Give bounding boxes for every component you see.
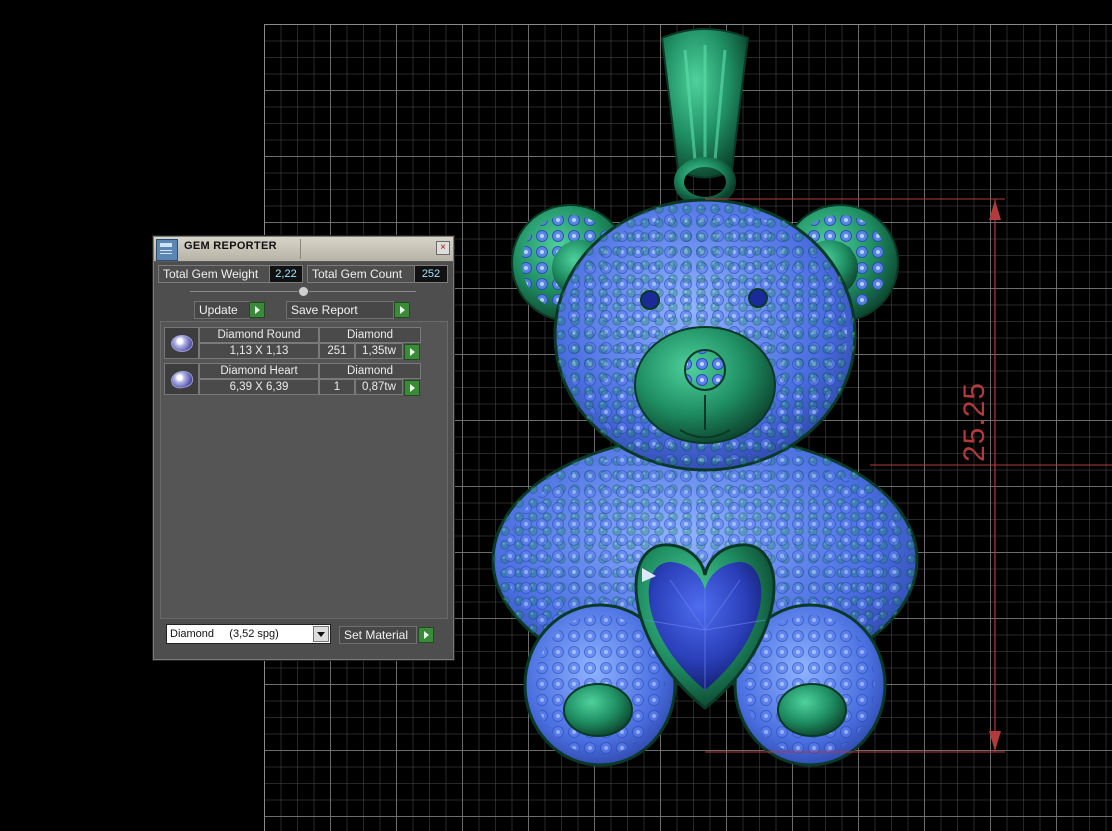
gem-name: Diamond Heart — [199, 363, 319, 379]
gem-size: 6,39 X 6,39 — [199, 379, 319, 395]
titlebar-divider — [300, 239, 301, 259]
gem-weight: 0,87tw — [355, 379, 403, 395]
panel-title: GEM REPORTER — [184, 240, 277, 252]
gem-row-round[interactable]: Diamond Round Diamond 1,13 X 1,13 251 1,… — [164, 327, 421, 360]
gem-list[interactable]: Diamond Round Diamond 1,13 X 1,13 251 1,… — [160, 321, 448, 619]
heart-gem-icon — [164, 363, 199, 395]
gem-reporter-panel[interactable]: GEM REPORTER × Total Gem Weight 2,22 Tot… — [153, 236, 454, 660]
head — [553, 198, 857, 472]
total-weight-label: Total Gem Weight — [158, 265, 270, 283]
bear-pendant-model[interactable] — [470, 20, 950, 780]
total-count-label: Total Gem Count — [307, 265, 415, 283]
gem-reporter-app-icon — [156, 239, 178, 261]
gem-row-arrow-icon[interactable] — [404, 380, 420, 396]
gem-weight: 1,35tw — [355, 343, 403, 359]
gem-row-heart[interactable]: Diamond Heart Diamond 6,39 X 6,39 1 0,87… — [164, 363, 421, 396]
close-icon[interactable]: × — [436, 241, 450, 255]
gem-material: Diamond — [319, 327, 421, 343]
save-report-arrow-icon[interactable] — [394, 302, 410, 318]
total-weight-value: 2,22 — [269, 265, 303, 283]
gem-material: Diamond — [319, 363, 421, 379]
set-material-button[interactable]: Set Material — [339, 626, 417, 644]
bail — [660, 28, 750, 207]
gem-name: Diamond Round — [199, 327, 319, 343]
gem-count: 251 — [319, 343, 355, 359]
material-select[interactable]: Diamond (3,52 spg) — [166, 624, 331, 644]
material-select-value: Diamond (3,52 spg) — [170, 628, 279, 640]
round-gem-icon — [164, 327, 199, 359]
save-report-button[interactable]: Save Report — [286, 301, 394, 319]
gem-count: 1 — [319, 379, 355, 395]
update-arrow-icon[interactable] — [249, 302, 265, 318]
panel-titlebar[interactable]: GEM REPORTER × — [154, 237, 453, 262]
total-count-value: 252 — [414, 265, 448, 283]
chevron-down-icon[interactable] — [313, 626, 329, 642]
set-material-arrow-icon[interactable] — [418, 627, 434, 643]
splitter-handle[interactable] — [298, 286, 309, 297]
update-button[interactable]: Update — [194, 301, 250, 319]
gem-row-arrow-icon[interactable] — [404, 344, 420, 360]
dimension-label: 25.25 — [958, 381, 991, 462]
gem-size: 1,13 X 1,13 — [199, 343, 319, 359]
